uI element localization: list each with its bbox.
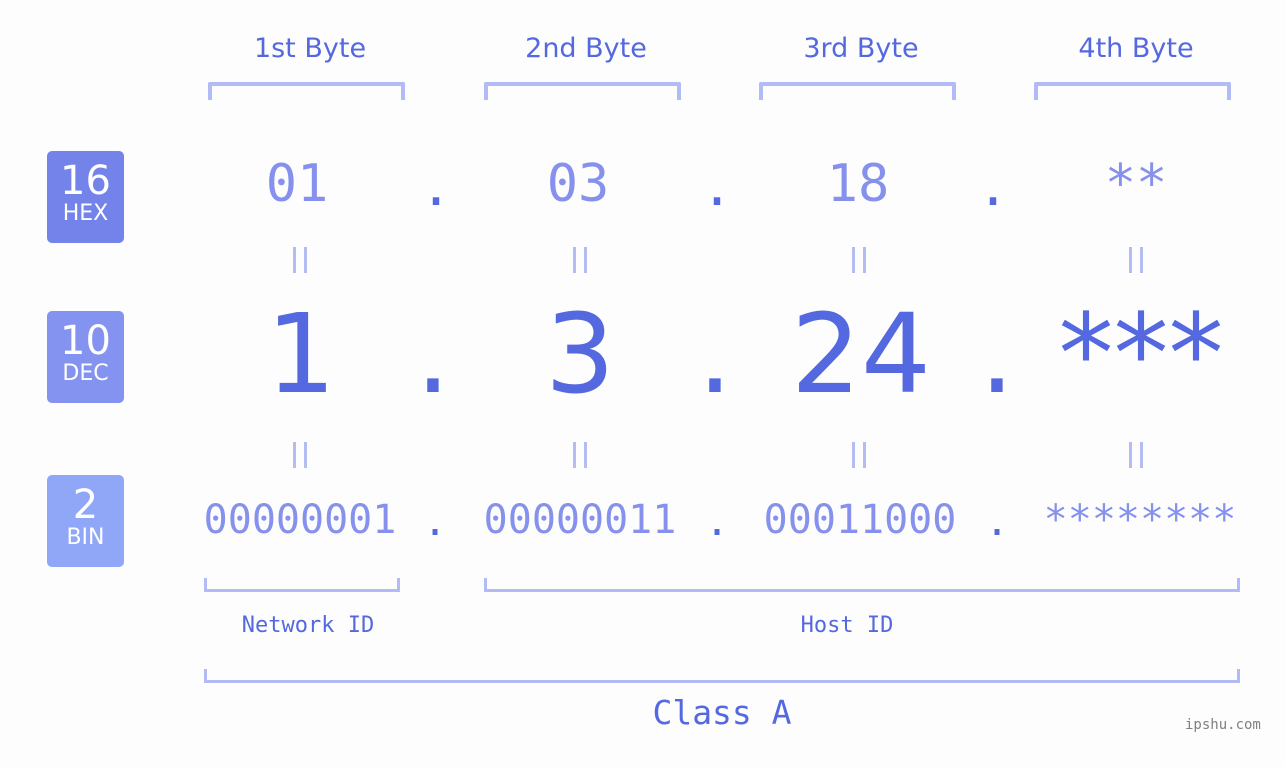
bin-byte-1: 00000001 bbox=[203, 497, 397, 543]
dec-badge-number: 10 bbox=[60, 318, 111, 364]
dec-badge-label: DEC bbox=[62, 361, 109, 386]
byte-header-1: 1st Byte bbox=[253, 33, 367, 64]
hex-separator-1: . bbox=[420, 158, 452, 218]
equals-marker bbox=[852, 247, 866, 273]
network-id-bracket bbox=[204, 578, 400, 592]
equals-marker bbox=[852, 442, 866, 468]
dec-separator-3: . bbox=[979, 290, 1015, 418]
byte-header-4: 4th Byte bbox=[1078, 33, 1194, 64]
host-id-label: Host ID bbox=[800, 613, 894, 638]
equals-marker bbox=[573, 442, 587, 468]
bin-byte-4: ******** bbox=[1043, 497, 1237, 543]
byte-bracket-1 bbox=[208, 82, 405, 100]
watermark: ipshu.com bbox=[1185, 717, 1261, 733]
hex-byte-1: 01 bbox=[265, 154, 329, 214]
dec-badge: 10 DEC bbox=[47, 311, 124, 403]
byte-bracket-3 bbox=[759, 82, 956, 100]
bin-separator-1: . bbox=[422, 499, 448, 545]
class-bracket bbox=[204, 669, 1240, 683]
byte-bracket-4 bbox=[1034, 82, 1231, 100]
network-id-label: Network ID bbox=[241, 613, 375, 638]
hex-separator-3: . bbox=[977, 158, 1009, 218]
hex-badge-number: 16 bbox=[60, 158, 111, 204]
bin-byte-3: 00011000 bbox=[763, 497, 957, 543]
equals-marker bbox=[1129, 247, 1143, 273]
bin-badge: 2 BIN bbox=[47, 475, 124, 567]
hex-badge-label: HEX bbox=[62, 201, 109, 226]
hex-byte-3: 18 bbox=[826, 154, 890, 214]
bin-separator-2: . bbox=[704, 499, 730, 545]
byte-bracket-2 bbox=[484, 82, 681, 100]
dec-byte-4: *** bbox=[1058, 290, 1224, 418]
byte-header-2: 2nd Byte bbox=[525, 33, 647, 64]
class-label: Class A bbox=[652, 693, 792, 732]
host-id-bracket bbox=[484, 578, 1240, 592]
equals-marker bbox=[293, 442, 307, 468]
byte-header-3: 3rd Byte bbox=[803, 33, 919, 64]
hex-byte-4: ** bbox=[1104, 154, 1168, 214]
bin-badge-label: BIN bbox=[66, 525, 105, 550]
dec-byte-1: 1 bbox=[266, 290, 336, 418]
dec-separator-2: . bbox=[697, 290, 733, 418]
bin-badge-number: 2 bbox=[72, 482, 99, 528]
bin-byte-2: 00000011 bbox=[483, 497, 677, 543]
dec-separator-1: . bbox=[415, 290, 451, 418]
equals-marker bbox=[1129, 442, 1143, 468]
dec-byte-3: 24 bbox=[791, 290, 931, 418]
equals-marker bbox=[573, 247, 587, 273]
hex-byte-2: 03 bbox=[546, 154, 610, 214]
hex-badge: 16 HEX bbox=[47, 151, 124, 243]
bin-separator-3: . bbox=[984, 499, 1010, 545]
equals-marker bbox=[293, 247, 307, 273]
dec-byte-2: 3 bbox=[545, 290, 615, 418]
hex-separator-2: . bbox=[701, 158, 733, 218]
